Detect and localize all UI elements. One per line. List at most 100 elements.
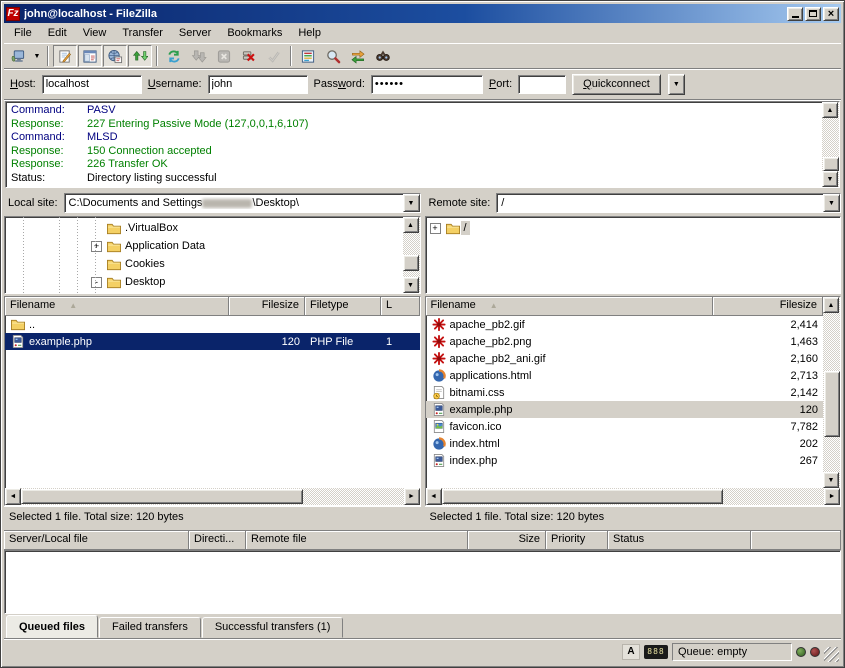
local-tree[interactable]: +.VirtualBox +Application Data +Cookies … <box>4 216 421 294</box>
column-filesize[interactable]: Filesize <box>229 297 305 316</box>
column-filename[interactable]: Filename▲ <box>5 297 229 316</box>
scroll-down-icon[interactable]: ▼ <box>403 277 419 293</box>
menu-edit[interactable]: Edit <box>40 25 75 41</box>
chevron-down-icon[interactable]: ▼ <box>403 194 420 212</box>
log-line: Status:Directory listing successful <box>11 172 819 186</box>
maximize-button[interactable] <box>805 7 821 21</box>
file-row-example-php[interactable]: example.php 120 PHP File 1 <box>5 333 420 350</box>
remote-tree[interactable]: +/ <box>425 216 842 294</box>
file-row-example-php[interactable]: example.php120 <box>426 401 824 418</box>
file-row[interactable]: index.html202 <box>426 435 824 452</box>
scroll-thumb[interactable] <box>442 489 724 504</box>
file-row[interactable]: apache_pb2.gif2,414 <box>426 316 824 333</box>
file-row-parent-dir[interactable]: .. <box>5 316 420 333</box>
local-tree-scrollbar[interactable]: ▲ ▼ <box>403 217 420 293</box>
password-input[interactable] <box>371 75 483 94</box>
remote-vscrollbar[interactable]: ▲ ▼ <box>823 297 840 488</box>
column-priority[interactable]: Priority <box>546 531 608 550</box>
menu-view[interactable]: View <box>75 25 115 41</box>
file-row[interactable]: bitnami.css2,142 <box>426 384 824 401</box>
column-filesize[interactable]: Filesize <box>713 297 824 316</box>
local-site-combo[interactable]: C:\Documents and Settings\Desktop\ ▼ <box>64 193 421 213</box>
tree-item-application-data[interactable]: +Application Data <box>7 237 402 255</box>
file-row[interactable]: favicon.ico7,782 <box>426 418 824 435</box>
local-list-body[interactable]: .. example.php 120 PHP File 1 <box>5 316 420 488</box>
toggle-transfer-queue-button[interactable] <box>128 45 152 67</box>
scroll-right-icon[interactable]: ► <box>404 488 420 505</box>
file-row[interactable]: apache_pb2_ani.gif2,160 <box>426 350 824 367</box>
log-scrollbar[interactable]: ▲ ▼ <box>822 102 839 187</box>
menu-server[interactable]: Server <box>171 25 219 41</box>
expand-icon[interactable]: + <box>430 223 441 234</box>
tree-item-desktop[interactable]: -Desktop <box>7 273 402 291</box>
column-size[interactable]: Size <box>468 531 546 550</box>
scroll-down-icon[interactable]: ▼ <box>822 171 838 187</box>
tree-item-root[interactable]: +/ <box>428 219 823 237</box>
host-input[interactable] <box>42 75 142 94</box>
scroll-up-icon[interactable]: ▲ <box>823 297 839 313</box>
process-queue-button[interactable] <box>187 45 211 67</box>
column-direction[interactable]: Directi... <box>189 531 246 550</box>
quickconnect-button[interactable]: Quickconnect <box>572 74 661 95</box>
local-hscrollbar[interactable]: ◄ ► <box>5 488 420 505</box>
column-server-local-file[interactable]: Server/Local file <box>4 531 189 550</box>
quickconnect-dropdown[interactable]: ▼ <box>668 74 685 95</box>
close-button[interactable]: × <box>823 7 839 21</box>
toggle-remote-tree-button[interactable] <box>103 45 127 67</box>
cancel-button[interactable] <box>212 45 236 67</box>
scroll-right-icon[interactable]: ► <box>824 488 840 505</box>
scroll-thumb[interactable] <box>403 255 419 271</box>
reconnect-button[interactable] <box>262 45 286 67</box>
menu-bookmarks[interactable]: Bookmarks <box>219 25 290 41</box>
column-last-modified[interactable]: L <box>381 297 420 316</box>
scroll-down-icon[interactable]: ▼ <box>823 472 839 488</box>
menu-transfer[interactable]: Transfer <box>114 25 171 41</box>
scroll-left-icon[interactable]: ◄ <box>5 488 21 505</box>
find-files-button[interactable] <box>371 45 395 67</box>
scroll-left-icon[interactable]: ◄ <box>426 488 442 505</box>
transfer-type-indicator-icon[interactable]: A <box>622 644 640 660</box>
resize-grip[interactable] <box>824 647 839 662</box>
queue-body[interactable] <box>4 550 841 614</box>
port-input[interactable] <box>518 75 566 94</box>
collapse-icon[interactable]: - <box>91 277 102 288</box>
file-row[interactable]: apache_pb2.png1,463 <box>426 333 824 350</box>
column-filename[interactable]: Filename▲ <box>426 297 713 316</box>
scroll-thumb[interactable] <box>21 489 303 504</box>
tab-failed-transfers[interactable]: Failed transfers <box>99 617 201 638</box>
chevron-down-icon[interactable]: ▼ <box>823 194 840 212</box>
site-manager-button[interactable] <box>6 45 30 67</box>
scroll-up-icon[interactable]: ▲ <box>403 217 419 233</box>
expand-icon[interactable]: + <box>91 241 102 252</box>
column-filetype[interactable]: Filetype <box>305 297 381 316</box>
scroll-thumb[interactable] <box>823 157 839 171</box>
remote-list-body[interactable]: apache_pb2.gif2,414 apache_pb2.png1,463 … <box>426 316 824 488</box>
disconnect-button[interactable] <box>237 45 261 67</box>
tab-successful-transfers[interactable]: Successful transfers (1) <box>202 617 344 638</box>
menu-file[interactable]: File <box>6 25 40 41</box>
menu-help[interactable]: Help <box>290 25 329 41</box>
message-log[interactable]: Command:PASV Response:227 Entering Passi… <box>5 101 840 188</box>
scroll-up-icon[interactable]: ▲ <box>822 102 838 118</box>
username-input[interactable] <box>208 75 308 94</box>
toggle-local-tree-button[interactable] <box>78 45 102 67</box>
remote-hscrollbar[interactable]: ◄ ► <box>426 488 841 505</box>
column-status[interactable]: Status <box>608 531 751 550</box>
tab-queued-files[interactable]: Queued files <box>6 615 98 638</box>
minimize-button[interactable] <box>787 7 803 21</box>
column-remote-file[interactable]: Remote file <box>246 531 468 550</box>
scroll-thumb[interactable] <box>824 371 840 437</box>
directory-filter-button[interactable] <box>296 45 320 67</box>
refresh-button[interactable] <box>162 45 186 67</box>
site-manager-dropdown[interactable]: ▼ <box>31 45 43 67</box>
title-bar[interactable]: Fz john@localhost - FileZilla × <box>4 4 841 23</box>
directory-comparison-button[interactable] <box>321 45 345 67</box>
remote-site-combo[interactable]: / ▼ <box>496 193 841 213</box>
tree-item-cookies[interactable]: +Cookies <box>7 255 402 273</box>
encryption-indicator-icon[interactable]: 888 <box>644 645 668 659</box>
file-row[interactable]: index.php267 <box>426 452 824 469</box>
synchronized-browsing-button[interactable] <box>346 45 370 67</box>
tree-item-virtualbox[interactable]: +.VirtualBox <box>7 219 402 237</box>
toggle-message-log-button[interactable] <box>53 45 77 67</box>
file-row[interactable]: applications.html2,713 <box>426 367 824 384</box>
